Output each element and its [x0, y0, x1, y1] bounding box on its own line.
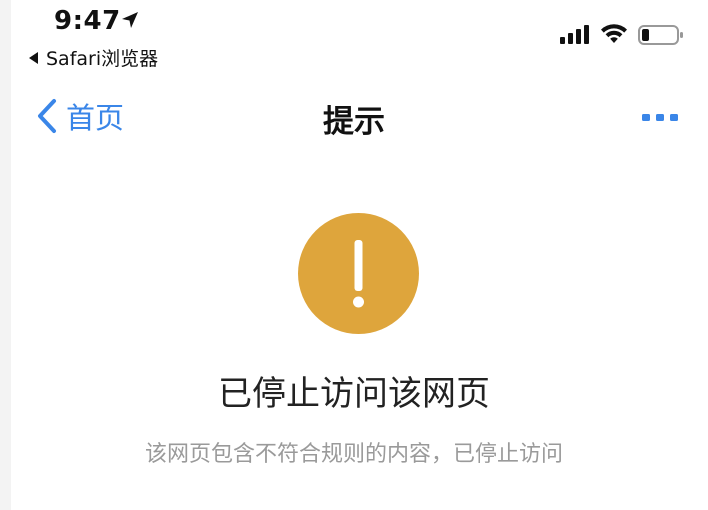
wechat-webview-blocked-page: 9:47 Safari浏览器 首页 提示 已停止访问该网页 该网页包含不符合规则… — [0, 0, 708, 510]
cellular-signal-icon — [560, 25, 589, 44]
nav-back-label: 首页 — [66, 101, 125, 135]
warning-exclamation-icon — [298, 213, 419, 334]
blocked-headline: 已停止访问该网页 — [218, 374, 490, 414]
back-app-label: Safari浏览器 — [46, 48, 159, 70]
left-edge-shadow — [0, 0, 11, 510]
back-triangle-icon — [29, 52, 38, 64]
chevron-left-icon — [38, 99, 56, 133]
status-time: 9:47 — [54, 6, 121, 36]
back-to-app-button[interactable]: Safari浏览器 — [29, 44, 158, 71]
more-dots-icon[interactable] — [640, 110, 680, 126]
wifi-icon — [601, 24, 627, 43]
battery-icon — [638, 25, 683, 45]
location-arrow-icon — [122, 12, 138, 28]
nav-back-button[interactable]: 首页 — [36, 96, 124, 136]
blocked-message: 该网页包含不符合规则的内容，已停止访问 — [144, 442, 563, 467]
